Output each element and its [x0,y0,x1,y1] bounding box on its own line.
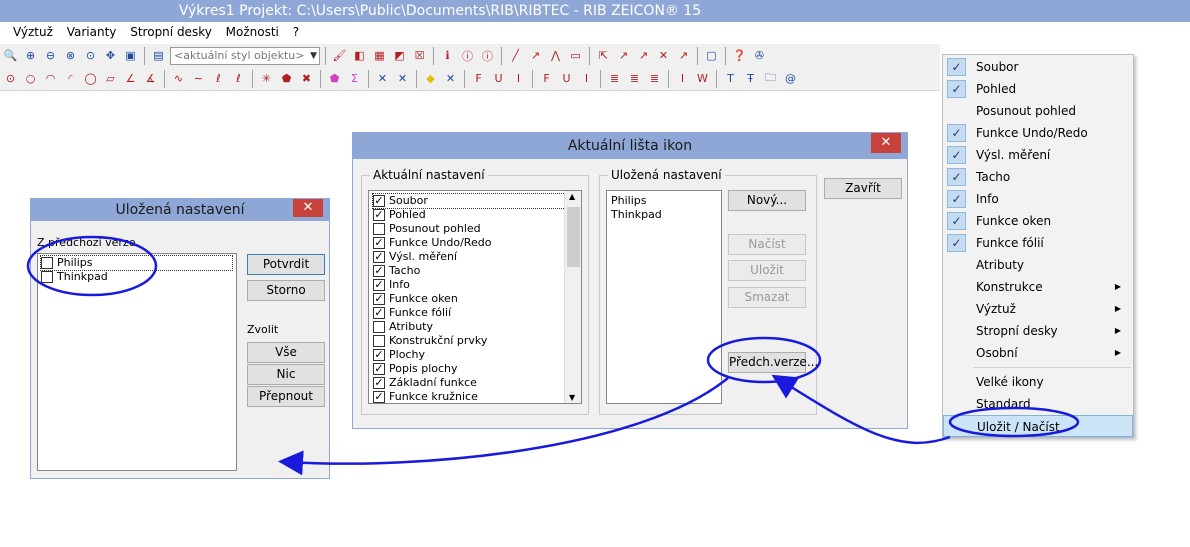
annotation-ellipse-previous-list [26,235,158,297]
annotation-arrow-menu-to-button [771,374,951,445]
annotation-ellipse-previous-button [706,336,822,384]
annotation-overlay [26,235,1080,476]
annotation-arrow-button-to-dialog [278,377,729,476]
annotation-ellipse-save-load [948,406,1080,438]
